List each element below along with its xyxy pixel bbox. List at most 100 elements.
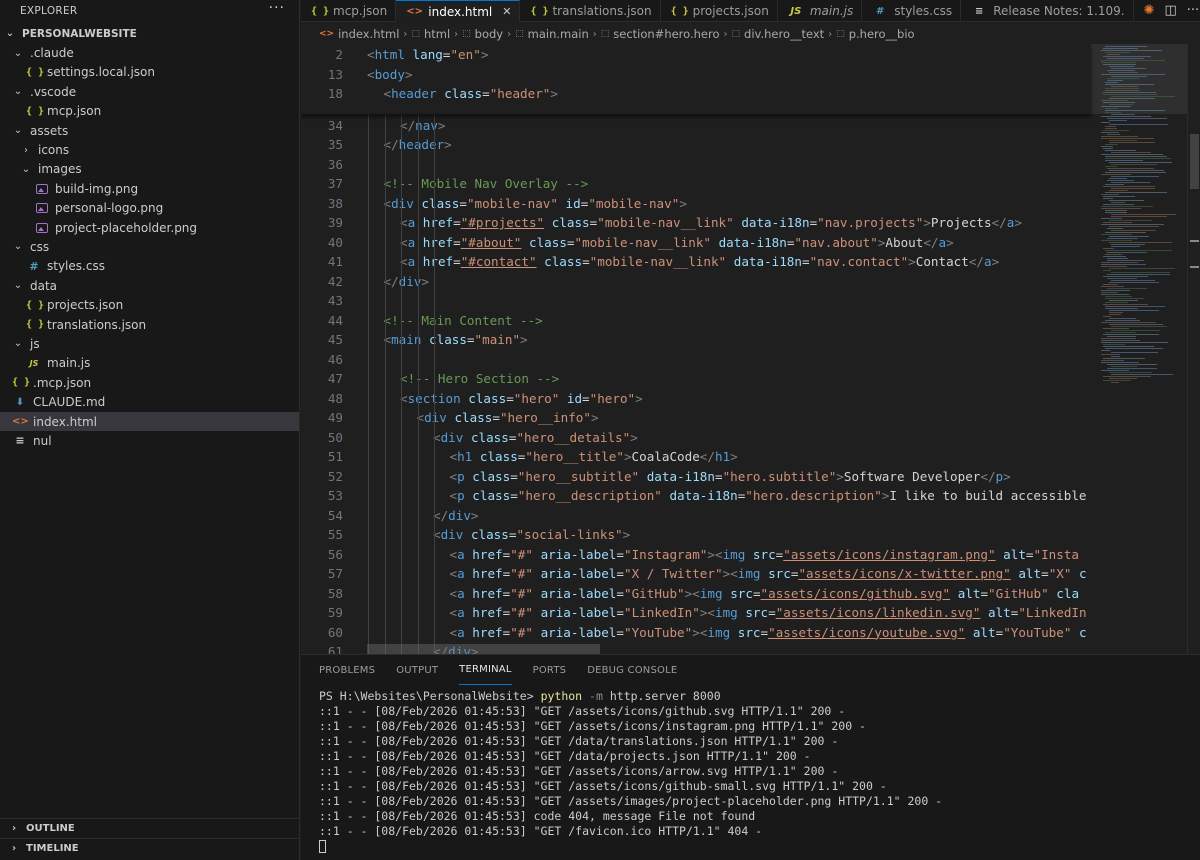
minimap-line — [1103, 102, 1135, 103]
breadcrumb-item[interactable]: ⬚ section#hero.hero — [601, 27, 720, 41]
split-editor-icon[interactable]: ◫ — [1164, 3, 1176, 18]
tab-release-notes-1-109-[interactable]: ≡ Release Notes: 1.109. — [961, 0, 1134, 22]
code-line: 55 <div class="social-links"> — [301, 525, 1091, 545]
tree-file[interactable]: ⬇ CLAUDE.md — [0, 392, 299, 411]
code-line: 47 <!-- Hero Section --> — [301, 369, 1091, 389]
line-number: 52 — [327, 468, 343, 484]
more-actions-icon[interactable]: ··· — [269, 0, 285, 16]
breadcrumb-item[interactable]: ⬚ p.hero__bio — [836, 27, 914, 41]
tree-file[interactable]: { } settings.local.json — [0, 63, 299, 82]
tab-main-js[interactable]: JS main.js — [778, 0, 863, 22]
vertical-scrollbar[interactable] — [1187, 44, 1200, 654]
workspace-root[interactable]: ⌄ PERSONALWEBSITE — [0, 24, 299, 43]
breadcrumb-item[interactable]: ⬚ main.main — [515, 27, 589, 41]
indent-guide — [368, 106, 369, 654]
tab-projects-json[interactable]: { } projects.json — [661, 0, 778, 22]
minimap-line — [1103, 64, 1137, 65]
indent-guide — [434, 106, 435, 654]
panel-tab-ports[interactable]: PORTS — [533, 655, 567, 685]
minimap[interactable] — [1091, 44, 1187, 654]
tree-folder[interactable]: ⌄ css — [0, 237, 299, 256]
tree-file[interactable]: { } projects.json — [0, 295, 299, 314]
minimap-line — [1105, 166, 1118, 167]
minimap-line — [1103, 204, 1135, 205]
vertical-scrollbar-thumb[interactable] — [1190, 134, 1199, 189]
breadcrumb-item[interactable]: <> index.html — [319, 27, 399, 41]
minimap-line — [1101, 194, 1119, 195]
minimap-line — [1109, 242, 1173, 243]
more-actions-icon[interactable]: ··· — [1187, 3, 1199, 18]
tree-file[interactable]: { } .mcp.json — [0, 373, 299, 392]
minimap-line — [1101, 290, 1131, 291]
tree-folder[interactable]: ⌄ js — [0, 334, 299, 353]
minimap-line — [1107, 54, 1120, 55]
tab-mcp-json[interactable]: { } mcp.json — [301, 0, 397, 22]
outline-section[interactable]: › OUTLINE — [0, 818, 300, 838]
code-text: <div class="mobile-nav" id="mobile-nav"> — [383, 195, 687, 211]
panel-tab-output[interactable]: OUTPUT — [396, 655, 438, 685]
terminal-input-line[interactable] — [319, 839, 1200, 854]
minimap-line — [1103, 284, 1119, 285]
json-file-icon: { } — [311, 5, 330, 17]
minimap-line — [1109, 200, 1145, 201]
element-icon: ⬚ — [515, 29, 524, 39]
minimap-line — [1107, 238, 1139, 239]
tree-file[interactable]: personal-logo.png — [0, 199, 299, 218]
minimap-line — [1101, 354, 1120, 355]
minimap-line — [1105, 90, 1140, 91]
line-number: 41 — [327, 254, 343, 270]
minimap-line — [1105, 302, 1129, 303]
timeline-section[interactable]: › TIMELINE — [0, 838, 300, 858]
scrollbar-marker — [1190, 266, 1199, 268]
horizontal-scrollbar[interactable] — [367, 644, 600, 654]
panel-tab-terminal[interactable]: TERMINAL — [459, 655, 512, 685]
minimap-line — [1101, 74, 1165, 75]
tree-folder[interactable]: ⌄ .claude — [0, 43, 299, 62]
panel-tab-problems[interactable]: PROBLEMS — [319, 655, 375, 685]
code-line: 37 <!-- Mobile Nav Overlay --> — [301, 174, 1091, 194]
close-icon[interactable]: ✕ — [502, 5, 511, 18]
bottom-panel: PROBLEMS OUTPUT TERMINAL PORTS DEBUG CONSOLE… — [301, 654, 1200, 860]
minimap-line — [1105, 82, 1119, 83]
code-editor[interactable]: 33<nav class="header__nav">34</nav>35</h… — [301, 44, 1200, 654]
tab-index-html[interactable]: <> index.html ✕ — [396, 0, 521, 22]
editor-actions: ✺ ◫ ··· — [1134, 0, 1200, 21]
breadcrumb-item[interactable]: ⬚ html — [411, 27, 450, 41]
panel-tab-debug-console[interactable]: DEBUG CONSOLE — [587, 655, 677, 685]
minimap-line — [1103, 346, 1155, 347]
minimap-line — [1105, 184, 1125, 185]
tree-file[interactable]: <> index.html — [0, 411, 299, 432]
chevron-down-icon: ⌄ — [13, 241, 23, 253]
explorer-header: EXPLORER ··· — [0, 0, 299, 22]
json-file-icon: { } — [530, 5, 549, 17]
minimap-line — [1103, 376, 1152, 377]
tree-file[interactable]: { } translations.json — [0, 315, 299, 334]
tree-folder[interactable]: ⌄ data — [0, 276, 299, 295]
copilot-icon[interactable]: ✺ — [1144, 3, 1155, 18]
tab-translations-json[interactable]: { } translations.json — [520, 0, 661, 22]
terminal[interactable]: PS H:\Websites\PersonalWebsite> python -… — [301, 689, 1200, 854]
tree-folder[interactable]: › icons — [0, 140, 299, 159]
tree-folder[interactable]: ⌄ images — [0, 160, 299, 179]
tree-folder[interactable]: ⌄ assets — [0, 121, 299, 140]
minimap-line — [1109, 226, 1160, 227]
tree-file[interactable]: project-placeholder.png — [0, 218, 299, 237]
tree-file[interactable]: build-img.png — [0, 179, 299, 198]
breadcrumb-item[interactable]: ⬚ body — [462, 27, 503, 41]
tree-file[interactable]: JS main.js — [0, 354, 299, 373]
minimap-line — [1105, 52, 1131, 53]
tree-item-label: .claude — [30, 46, 74, 61]
minimap-line — [1105, 110, 1166, 111]
breadcrumb-item[interactable]: ⬚ div.hero__text — [732, 27, 825, 41]
tree-file[interactable]: # styles.css — [0, 257, 299, 276]
minimap-line — [1101, 338, 1136, 339]
tab-styles-css[interactable]: # styles.css — [862, 0, 962, 22]
minimap-line — [1105, 128, 1117, 129]
tree-file[interactable]: { } mcp.json — [0, 102, 299, 121]
minimap-line — [1109, 220, 1153, 221]
tree-item-label: data — [30, 278, 58, 293]
tree-folder[interactable]: ⌄ .vscode — [0, 82, 299, 101]
minimap-slider[interactable] — [1091, 44, 1187, 114]
tree-file[interactable]: ≡ nul — [0, 431, 299, 450]
code-line: 18 <header class="header"> — [301, 84, 1091, 104]
